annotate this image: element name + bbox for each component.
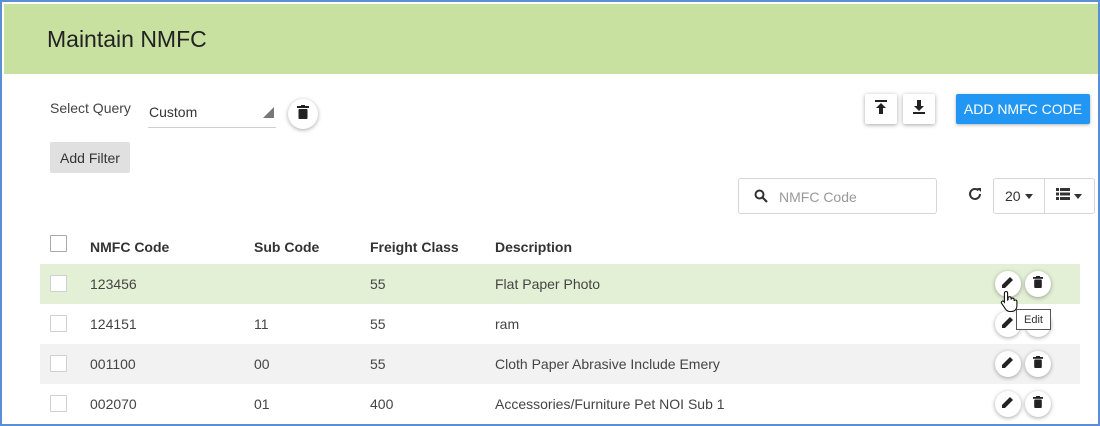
column-header-nmfc-code[interactable]: NMFC Code (90, 239, 169, 255)
window-frame: Maintain NMFC Select Query Custom ADD NM… (0, 0, 1100, 426)
table-row[interactable]: 124151 11 55 ram (40, 304, 1080, 344)
pencil-icon (1002, 395, 1014, 413)
delete-row-button[interactable] (1025, 271, 1051, 297)
table-row[interactable]: 002070 01 400 Accessories/Furniture Pet … (40, 384, 1080, 424)
trash-icon (1033, 275, 1043, 293)
cell-sub-code: 01 (254, 396, 270, 412)
upload-icon (875, 99, 887, 119)
cell-nmfc-code: 124151 (90, 316, 137, 332)
select-query-label: Select Query (50, 100, 131, 116)
cell-description: Flat Paper Photo (495, 276, 601, 292)
cell-description: Accessories/Furniture Pet NOI Sub 1 (495, 396, 725, 412)
trash-icon (297, 104, 309, 124)
row-checkbox[interactable] (50, 275, 67, 292)
list-columns-icon (1056, 187, 1071, 205)
add-nmfc-code-button[interactable]: ADD NMFC CODE (956, 94, 1090, 124)
search-input[interactable] (779, 187, 929, 207)
edit-row-button[interactable] (995, 351, 1021, 377)
cell-description: ram (495, 316, 520, 332)
delete-query-button[interactable] (288, 99, 318, 129)
select-all-checkbox[interactable] (50, 235, 67, 252)
trash-icon (1033, 395, 1043, 413)
cell-description: Cloth Paper Abrasive Include Emery (495, 356, 720, 372)
row-checkbox[interactable] (50, 355, 67, 372)
dropdown-caret-icon (263, 107, 274, 118)
column-header-sub-code[interactable]: Sub Code (254, 239, 319, 255)
table-header: NMFC Code Sub Code Freight Class Descrip… (40, 226, 1080, 264)
trash-icon (1033, 355, 1043, 373)
columns-toggle-button[interactable] (1045, 179, 1095, 213)
pencil-icon (1002, 355, 1014, 373)
refresh-button[interactable] (965, 186, 985, 206)
table-controls: 20 (993, 178, 1095, 214)
import-button[interactable] (865, 94, 897, 124)
export-button[interactable] (903, 94, 935, 124)
page-title: Maintain NMFC (47, 26, 207, 52)
refresh-icon (968, 187, 982, 206)
cell-freight-class: 55 (370, 276, 386, 292)
delete-row-button[interactable] (1025, 391, 1051, 417)
edit-row-button[interactable] (995, 391, 1021, 417)
nmfc-table: NMFC Code Sub Code Freight Class Descrip… (40, 226, 1080, 424)
caret-down-icon (1024, 193, 1033, 199)
search-icon (754, 189, 768, 208)
cell-freight-class: 55 (370, 316, 386, 332)
cell-freight-class: 55 (370, 356, 386, 372)
select-query-value: Custom (149, 104, 198, 120)
pencil-icon (1002, 315, 1014, 333)
select-query-dropdown[interactable]: Custom (148, 97, 276, 128)
caret-down-icon (1074, 193, 1083, 199)
search-box (738, 178, 937, 214)
hand-cursor-icon (1000, 290, 1018, 317)
cell-sub-code: 00 (254, 356, 270, 372)
delete-row-button[interactable] (1025, 351, 1051, 377)
page-size-dropdown[interactable]: 20 (994, 179, 1045, 213)
row-checkbox[interactable] (50, 395, 67, 412)
cell-nmfc-code: 001100 (90, 356, 136, 372)
column-header-freight-class[interactable]: Freight Class (370, 239, 459, 255)
cell-sub-code: 11 (254, 316, 269, 332)
cell-freight-class: 400 (370, 396, 394, 412)
add-filter-button[interactable]: Add Filter (50, 142, 130, 173)
edit-tooltip: Edit (1016, 309, 1051, 330)
page-size-value: 20 (1004, 188, 1021, 204)
cell-nmfc-code: 002070 (90, 396, 137, 412)
row-checkbox[interactable] (50, 315, 67, 332)
table-row[interactable]: 123456 55 Flat Paper Photo (40, 264, 1080, 304)
cell-nmfc-code: 123456 (90, 276, 137, 292)
page-header: Maintain NMFC (4, 4, 1098, 74)
download-icon (913, 99, 925, 119)
table-row[interactable]: 001100 00 55 Cloth Paper Abrasive Includ… (40, 344, 1080, 384)
column-header-description[interactable]: Description (495, 239, 572, 255)
